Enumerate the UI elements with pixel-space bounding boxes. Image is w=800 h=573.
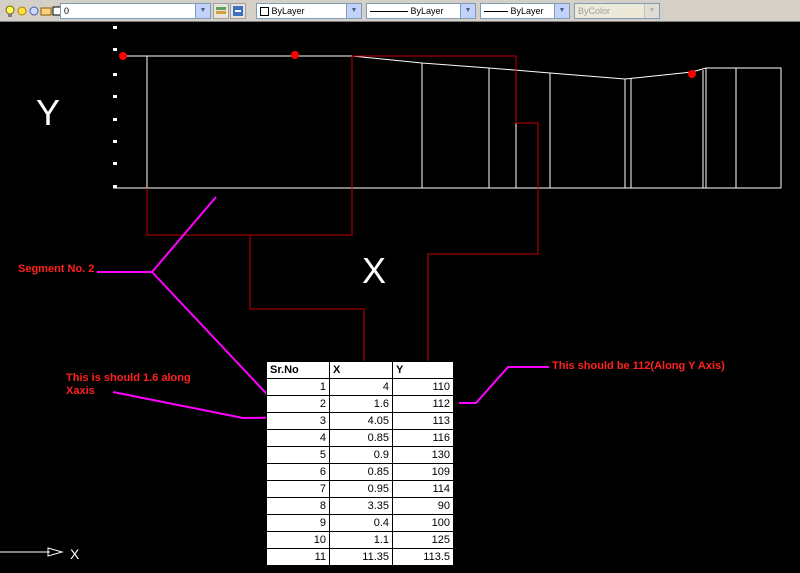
- chevron-down-icon[interactable]: ▼: [195, 4, 210, 18]
- chevron-down-icon[interactable]: ▼: [460, 4, 475, 18]
- properties-toolbar: 0 ▼ ByLayer ▼ ByLayer ▼ ByLayer ▼ ByColo…: [0, 0, 800, 22]
- chevron-down-icon: ▼: [644, 4, 659, 18]
- cell-x: 11.35: [329, 548, 393, 566]
- cell-x: 0.9: [329, 446, 393, 464]
- table-row[interactable]: 10 1.1 125: [266, 531, 454, 549]
- plot-icon[interactable]: [40, 3, 52, 19]
- layer-manager-icon[interactable]: [213, 3, 229, 19]
- cell-y: 110: [392, 378, 454, 396]
- cell-y: 100: [392, 514, 454, 532]
- cell-x: 4: [329, 378, 393, 396]
- segment-lines[interactable]: [146, 56, 737, 188]
- table-row[interactable]: 2 1.6 112: [266, 395, 454, 413]
- table-row[interactable]: 1 4 110: [266, 378, 454, 396]
- cell-sr-no: 5: [266, 446, 330, 464]
- table-row[interactable]: 9 0.4 100: [266, 514, 454, 532]
- cell-sr-no: 11: [266, 548, 330, 566]
- cell-sr-no: 1: [266, 378, 330, 396]
- annotation-x: This is should 1.6 along Xaxis: [66, 372, 191, 397]
- cell-y: 109: [392, 463, 454, 481]
- cell-y: 113: [392, 412, 454, 430]
- cell-x: 4.05: [329, 412, 393, 430]
- color-combo[interactable]: ByLayer ▼: [256, 3, 362, 19]
- cell-x: 1.1: [329, 531, 393, 549]
- sun-icon[interactable]: [16, 3, 28, 19]
- coordinates-table[interactable]: Sr.No X Y 1 4 110 2 1.6 112 3 4.05 113 4 0.85 11…: [266, 361, 454, 566]
- cell-y: 113.5: [392, 548, 454, 566]
- layer-combo[interactable]: 0 ▼: [60, 3, 211, 19]
- color-combo-value: ByLayer: [271, 6, 305, 16]
- table-row[interactable]: 3 4.05 113: [266, 412, 454, 430]
- layer-previous-icon[interactable]: [230, 3, 246, 19]
- color-swatch-icon: [260, 7, 269, 17]
- cell-y: 114: [392, 480, 454, 498]
- cell-y: 112: [392, 395, 454, 413]
- table-row[interactable]: 6 0.85 109: [266, 463, 454, 481]
- table-row[interactable]: 11 11.35 113.5: [266, 548, 454, 566]
- annotation-segment: Segment No. 2: [18, 263, 95, 275]
- x-axis-label: X: [362, 250, 387, 291]
- header-sr-no: Sr.No: [266, 361, 330, 379]
- linetype-combo-value: ByLayer: [410, 6, 444, 16]
- cell-sr-no: 8: [266, 497, 330, 515]
- cell-sr-no: 4: [266, 429, 330, 447]
- table-header-row: Sr.No X Y: [266, 361, 454, 379]
- table-row[interactable]: 5 0.9 130: [266, 446, 454, 464]
- layer-combo-value: 0: [64, 6, 70, 16]
- cell-sr-no: 6: [266, 463, 330, 481]
- cell-x: 0.85: [329, 429, 393, 447]
- cell-sr-no: 3: [266, 412, 330, 430]
- y-axis-label: Y: [36, 92, 61, 133]
- cell-y: 130: [392, 446, 454, 464]
- linetype-combo[interactable]: ByLayer ▼: [366, 3, 476, 19]
- cell-sr-no: 2: [266, 395, 330, 413]
- cell-x: 0.95: [329, 480, 393, 498]
- annotation-y: This should be 112(Along Y Axis): [552, 360, 725, 372]
- selection-points[interactable]: [119, 51, 696, 78]
- cell-x: 0.85: [329, 463, 393, 481]
- table-row[interactable]: 7 0.95 114: [266, 480, 454, 498]
- header-x: X: [329, 361, 393, 379]
- cell-y: 125: [392, 531, 454, 549]
- cell-sr-no: 10: [266, 531, 330, 549]
- cell-y: 116: [392, 429, 454, 447]
- table-row[interactable]: 4 0.85 116: [266, 429, 454, 447]
- lineweight-combo-value: ByLayer: [510, 6, 544, 16]
- plotstyle-combo: ByColor ▼: [574, 3, 660, 19]
- chevron-down-icon[interactable]: ▼: [554, 4, 569, 18]
- cell-x: 1.6: [329, 395, 393, 413]
- plotstyle-combo-value: ByColor: [578, 6, 611, 16]
- profile-line[interactable]: [123, 55, 782, 188]
- cell-sr-no: 9: [266, 514, 330, 532]
- cell-sr-no: 7: [266, 480, 330, 498]
- lightbulb-icon[interactable]: [4, 3, 16, 19]
- y-axis-ticks: [113, 26, 117, 188]
- cell-x: 0.4: [329, 514, 393, 532]
- lineweight-combo[interactable]: ByLayer ▼: [480, 3, 570, 19]
- chevron-down-icon[interactable]: ▼: [346, 4, 361, 18]
- ucs-icon: [0, 547, 64, 557]
- line-sample: [484, 11, 508, 13]
- table-row[interactable]: 8 3.35 90: [266, 497, 454, 515]
- header-y: Y: [392, 361, 454, 379]
- line-sample: [370, 11, 408, 13]
- link-lines[interactable]: [146, 55, 539, 400]
- cell-x: 3.35: [329, 497, 393, 515]
- cell-y: 90: [392, 497, 454, 515]
- ucs-x-label: X: [70, 546, 80, 562]
- lock-icon[interactable]: [28, 3, 40, 19]
